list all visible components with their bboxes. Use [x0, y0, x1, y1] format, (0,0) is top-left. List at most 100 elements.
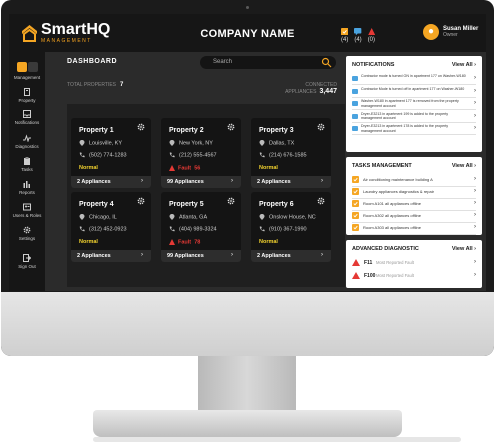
property-location: Dallas, TX: [259, 140, 294, 146]
property-settings-icon[interactable]: [137, 197, 145, 205]
notification-item[interactable]: Contractor Mode is turned off in apartme…: [352, 87, 476, 98]
diagnostic-item[interactable]: F100 Most Reported Fault ›: [352, 270, 476, 282]
task-check-icon: [352, 176, 359, 183]
chevron-right-icon: ›: [231, 252, 233, 258]
company-name: COMPANY NAME: [200, 28, 295, 40]
notification-item[interactable]: Dryer-E3213 in apartment 178 is added to…: [352, 124, 476, 135]
diagnostic-item[interactable]: F11 Most Reported Fault ›: [352, 257, 476, 269]
appliances-link[interactable]: 2 Appliances ›: [251, 176, 331, 188]
property-phone: (312) 452-0923: [79, 226, 127, 232]
property-card[interactable]: Property 4 Chicago, IL (312) 452-0923 Norma…: [71, 192, 151, 262]
fault-warning-icon: [352, 272, 360, 279]
search-input[interactable]: Search: [200, 56, 336, 69]
users-icon: [23, 203, 31, 211]
sidebar-item-tasks[interactable]: Tasks: [9, 157, 45, 172]
notification-icon: [352, 126, 358, 131]
property-settings-icon[interactable]: [227, 197, 235, 205]
appliances-link[interactable]: 2 Appliances ›: [71, 176, 151, 188]
tasks-count[interactable]: (4): [341, 28, 349, 43]
notifications-title: NOTIFICATIONS: [352, 62, 395, 68]
notifications-view-all[interactable]: View All ›: [452, 62, 476, 68]
alerts-count[interactable]: (0): [367, 28, 376, 43]
sidebar-item-management[interactable]: Management: [9, 75, 45, 80]
property-card[interactable]: Property 3 Dallas, TX (214) 676-1585 Normal…: [251, 118, 331, 188]
property-settings-icon[interactable]: [317, 123, 325, 131]
notification-text: Washer-W180 in apartment 177 is removed …: [361, 99, 459, 108]
appliances-link[interactable]: 2 Appliances ›: [251, 250, 331, 262]
sidebar-item-label: Reports: [19, 190, 35, 195]
notification-icon: [352, 113, 358, 119]
property-card[interactable]: Property 6 Onslow House, NC (910) 367-1990…: [251, 192, 331, 262]
grid-view-icon[interactable]: [17, 62, 27, 72]
diagnostic-view-all[interactable]: View All ›: [452, 246, 476, 252]
phone-icon: [79, 226, 85, 232]
chevron-right-icon: ›: [474, 212, 476, 218]
sidebar-item-label: Notifications: [14, 120, 40, 125]
appliances-link[interactable]: 99 Appliances ›: [161, 250, 241, 262]
fault-warning-icon: [169, 239, 175, 245]
property-phone: (910) 367-1990: [259, 226, 307, 232]
tasks-title: TASKS MANAGEMENT: [352, 163, 412, 169]
sidebar-item-property[interactable]: Property: [9, 88, 45, 103]
location-pin-icon: [169, 140, 175, 146]
messages-count[interactable]: (4): [354, 28, 362, 43]
task-check-icon: [352, 224, 359, 231]
bar-chart-icon: [23, 181, 30, 188]
user-avatar-icon: ●: [423, 24, 439, 40]
property-location: Louisville, KY: [79, 140, 122, 146]
task-text: Laundry appliances diagnostics & repair: [363, 189, 434, 194]
task-check-icon: [352, 212, 359, 219]
property-card[interactable]: Property 2 New York, NY (212) 555-4567 Faul…: [161, 118, 241, 188]
property-name: Property 6: [259, 201, 294, 208]
property-name: Property 3: [259, 127, 294, 134]
fault-description: Most Reported Fault: [376, 260, 414, 265]
property-settings-icon[interactable]: [137, 123, 145, 131]
property-name: Property 2: [169, 127, 204, 134]
property-settings-icon[interactable]: [317, 197, 325, 205]
sidebar-item-users-roles[interactable]: Users & Roles: [9, 203, 45, 218]
fault-warning-icon: [169, 165, 175, 171]
sidebar-item-reports[interactable]: Reports: [9, 180, 45, 195]
property-card[interactable]: Property 1 Louisville, KY (502) 774-1283 No…: [71, 118, 151, 188]
phone-icon: [259, 152, 265, 158]
diagnostic-panel: ADVANCED DIAGNOSTIC View All › F11 Most R…: [346, 240, 482, 288]
search-placeholder: Search: [213, 59, 233, 65]
sidebar-item-diagnostics[interactable]: Diagnostics: [9, 134, 45, 149]
tasks-panel: TASKS MANAGEMENT View All › Air conditio…: [346, 157, 482, 235]
stand-shadow: [93, 437, 461, 442]
view-toggle[interactable]: [17, 62, 39, 72]
user-menu[interactable]: ● Susan Miller Owner: [423, 24, 478, 40]
chevron-right-icon: ›: [231, 178, 233, 184]
task-check-icon: [352, 188, 359, 195]
sidebar-item-notifications[interactable]: Notifications: [9, 110, 45, 125]
notification-item[interactable]: Dryer-E3213 in apartment 199 is added to…: [352, 112, 476, 123]
tasks-view-all[interactable]: View All ›: [452, 163, 476, 169]
property-phone: (214) 676-1585: [259, 152, 307, 158]
location-pin-icon: [169, 214, 175, 220]
property-card[interactable]: Property 5 Atlanta, GA (404) 989-3324 Fault…: [161, 192, 241, 262]
notification-item[interactable]: Contractor mode is turned ON in apartmen…: [352, 74, 476, 85]
appliances-link[interactable]: 99 Appliances ›: [161, 176, 241, 188]
appliances-link[interactable]: 2 Appliances ›: [71, 250, 151, 262]
chevron-right-icon: ›: [474, 224, 476, 230]
location-pin-icon: [79, 140, 85, 146]
sidebar-item-settings[interactable]: Settings: [9, 226, 45, 241]
chevron-right-icon: ›: [474, 188, 476, 194]
property-status: Fault 78: [169, 239, 200, 245]
property-status: Fault 56: [169, 165, 200, 171]
property-settings-icon[interactable]: [227, 123, 235, 131]
search-icon[interactable]: [321, 57, 332, 68]
location-pin-icon: [259, 214, 265, 220]
property-status: Normal: [259, 239, 278, 245]
property-location: New York, NY: [169, 140, 213, 146]
notification-item[interactable]: Washer-W180 in apartment 177 is removed …: [352, 99, 476, 110]
sidebar-item-label: Management: [13, 75, 41, 80]
chat-icon: [354, 28, 362, 36]
sidebar-item-sign-out[interactable]: Sign Out: [9, 254, 45, 269]
property-phone: (404) 989-3324: [169, 226, 217, 232]
properties-panel: Property 1 Louisville, KY (502) 774-1283 No…: [67, 104, 345, 287]
task-item[interactable]: Room A303 all appliances offline ›: [352, 221, 476, 235]
list-view-icon[interactable]: [28, 62, 38, 72]
sidebar: Management Property Notifications Diagno…: [9, 52, 45, 291]
property-status: Normal: [79, 239, 98, 245]
